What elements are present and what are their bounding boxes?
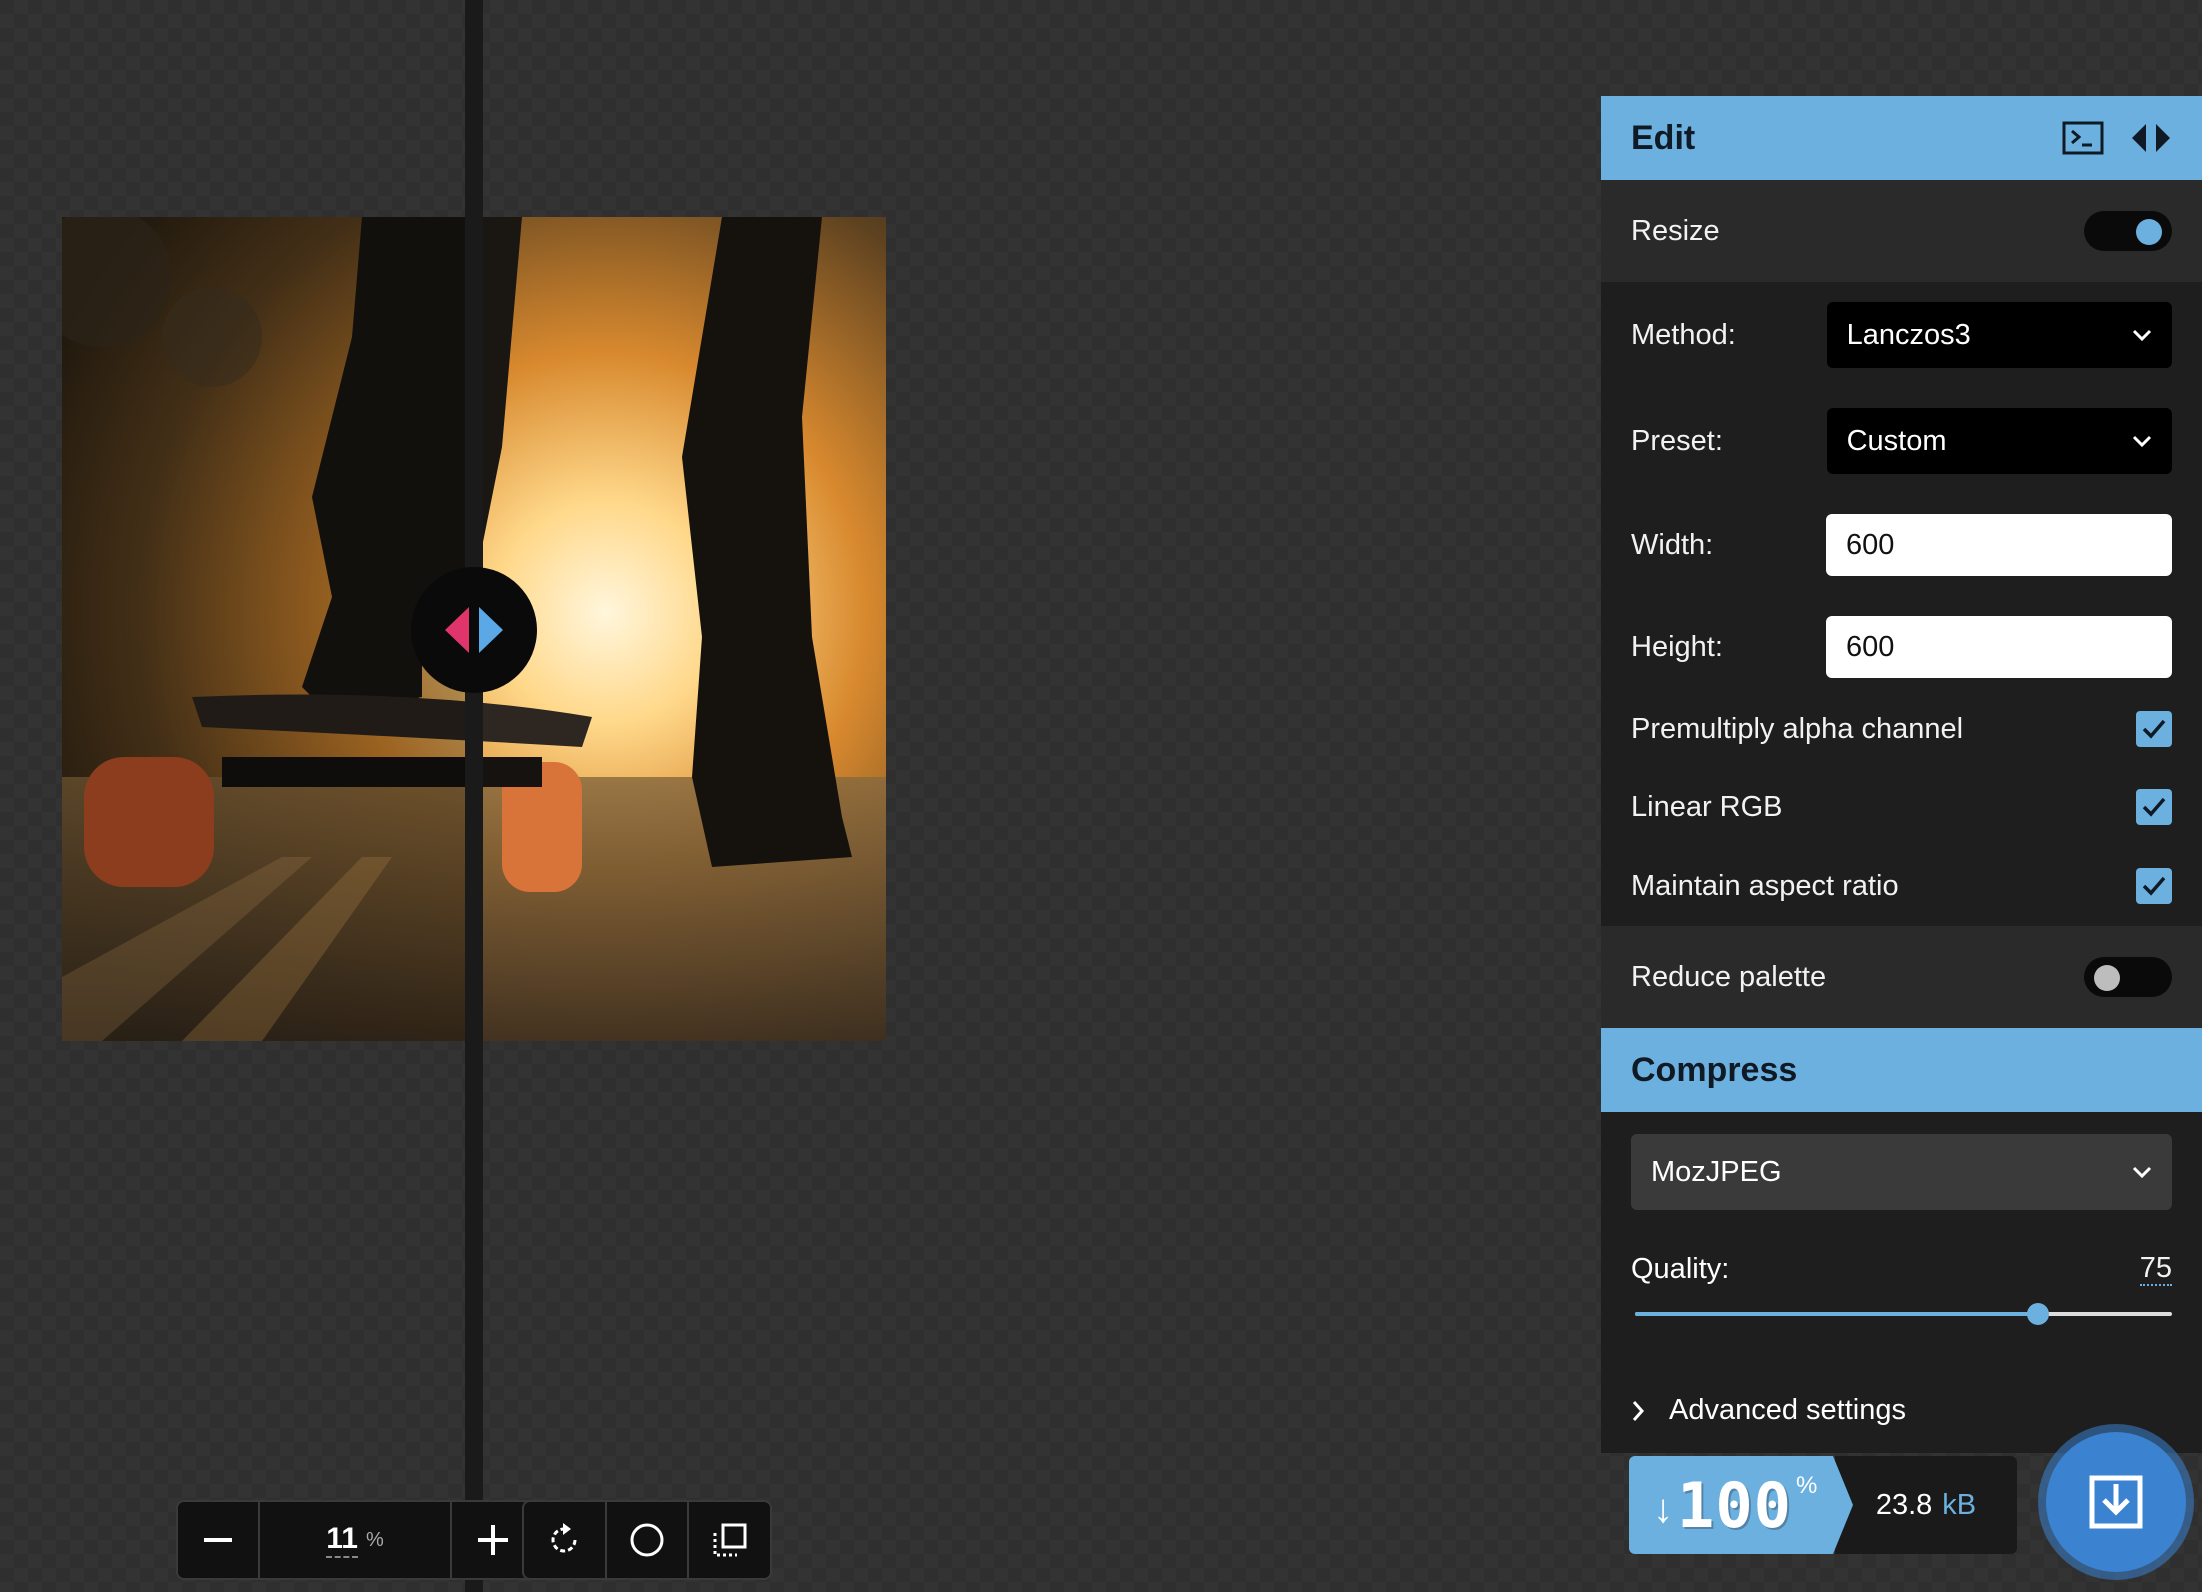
arrow-right-icon	[479, 607, 503, 653]
checkmark-icon	[2142, 876, 2166, 896]
split-handle[interactable]	[411, 567, 537, 693]
width-row: Width:	[1601, 512, 2202, 578]
chevron-down-icon	[2132, 1166, 2152, 1179]
codec-select[interactable]: MozJPEG	[1631, 1134, 2172, 1210]
arrow-left-icon	[445, 607, 469, 653]
premultiply-checkbox[interactable]	[2136, 711, 2172, 747]
checkmark-icon	[2142, 719, 2166, 739]
toggle-knob	[2094, 965, 2120, 991]
reduce-palette-row: Reduce palette	[1601, 926, 2202, 1028]
swap-sides-icon[interactable]	[2130, 122, 2172, 154]
background-toggle-button[interactable]	[607, 1502, 690, 1578]
down-arrow-icon: ↓	[1653, 1486, 1673, 1531]
zoom-controls: 11 %	[176, 1500, 536, 1580]
linear-rgb-row: Linear RGB	[1601, 768, 2202, 846]
preset-label: Preset:	[1631, 424, 1723, 457]
savings-unit: %	[1795, 1472, 1818, 1499]
preset-value: Custom	[1846, 424, 1947, 457]
toggle-knob	[2136, 219, 2162, 245]
circle-icon	[630, 1523, 664, 1557]
results-bar: ↓ 100 % 23.8 kB	[1629, 1456, 2017, 1554]
resize-options: Method: Lanczos3 Preset: Custom Width: H…	[1601, 282, 2202, 926]
method-select[interactable]: Lanczos3	[1826, 302, 2172, 368]
chevron-right-icon	[1632, 1400, 1645, 1421]
slider-thumb[interactable]	[2027, 1303, 2049, 1325]
crop-button[interactable]	[689, 1502, 770, 1578]
zoom-unit: %	[365, 1528, 384, 1551]
width-label: Width:	[1631, 528, 1714, 561]
edit-title: Edit	[1631, 118, 1696, 157]
edit-header: Edit	[1601, 96, 2202, 180]
rotate-button[interactable]	[524, 1502, 607, 1578]
linear-rgb-label: Linear RGB	[1631, 790, 1783, 823]
width-input[interactable]	[1826, 514, 2172, 576]
premultiply-row: Premultiply alpha channel	[1601, 690, 2202, 768]
view-tools	[522, 1500, 772, 1580]
height-input[interactable]	[1826, 616, 2172, 678]
quality-row: Quality: 75	[1631, 1252, 2172, 1286]
resize-row: Resize	[1601, 180, 2202, 282]
aspect-ratio-row: Maintain aspect ratio	[1601, 846, 2202, 926]
zoom-level[interactable]: 11 %	[260, 1502, 452, 1578]
savings-value: 100	[1677, 1468, 1792, 1542]
chevron-down-icon	[2132, 435, 2152, 448]
resize-toggle[interactable]	[2084, 211, 2172, 251]
method-label: Method:	[1631, 318, 1736, 351]
plus-icon	[478, 1525, 508, 1555]
reduce-palette-toggle[interactable]	[2084, 957, 2172, 997]
rotate-icon	[551, 1523, 577, 1553]
slider-fill	[1635, 1312, 2038, 1316]
height-label: Height:	[1631, 630, 1723, 663]
download-icon	[2089, 1475, 2143, 1529]
compress-title: Compress	[1631, 1050, 1798, 1089]
chevron-down-icon	[2132, 329, 2152, 342]
preset-select[interactable]: Custom	[1826, 408, 2172, 474]
minus-icon	[204, 1538, 232, 1542]
size-value: 23.8	[1875, 1488, 1933, 1521]
codec-value: MozJPEG	[1651, 1155, 1782, 1188]
aspect-ratio-checkbox[interactable]	[2136, 868, 2172, 904]
preset-row: Preset: Custom	[1601, 406, 2202, 476]
quality-value[interactable]: 75	[2139, 1252, 2172, 1286]
quality-slider[interactable]	[1631, 1294, 2172, 1334]
height-row: Height:	[1601, 614, 2202, 680]
linear-rgb-checkbox[interactable]	[2136, 789, 2172, 825]
original-side-overlay	[62, 217, 465, 1041]
method-row: Method: Lanczos3	[1601, 300, 2202, 370]
compress-options: MozJPEG Quality: 75 Advanced settings	[1601, 1112, 2202, 1453]
advanced-settings-label: Advanced settings	[1669, 1394, 1906, 1426]
zoom-value[interactable]: 11	[326, 1522, 358, 1558]
size-savings: ↓ 100 %	[1629, 1456, 1853, 1554]
aspect-ratio-label: Maintain aspect ratio	[1631, 869, 1899, 902]
advanced-settings-toggle[interactable]: Advanced settings	[1631, 1394, 2172, 1427]
checkmark-icon	[2142, 797, 2166, 817]
quality-label: Quality:	[1631, 1253, 1730, 1285]
split-divider[interactable]	[465, 0, 483, 1592]
zoom-out-button[interactable]	[178, 1502, 260, 1578]
terminal-icon[interactable]	[2062, 121, 2104, 155]
size-unit: kB	[1942, 1488, 1977, 1521]
options-panel: Edit Resize Method: Lanczos3 Preset: Cus…	[1601, 96, 2202, 1453]
method-value: Lanczos3	[1846, 318, 1971, 351]
crop-icon	[713, 1523, 747, 1557]
reduce-palette-label: Reduce palette	[1631, 960, 1827, 993]
download-button[interactable]	[2046, 1432, 2186, 1572]
premultiply-label: Premultiply alpha channel	[1631, 712, 1964, 745]
compress-header: Compress	[1601, 1028, 2202, 1112]
resize-label: Resize	[1631, 214, 1720, 247]
output-size: 23.8 kB	[1835, 1456, 2017, 1554]
